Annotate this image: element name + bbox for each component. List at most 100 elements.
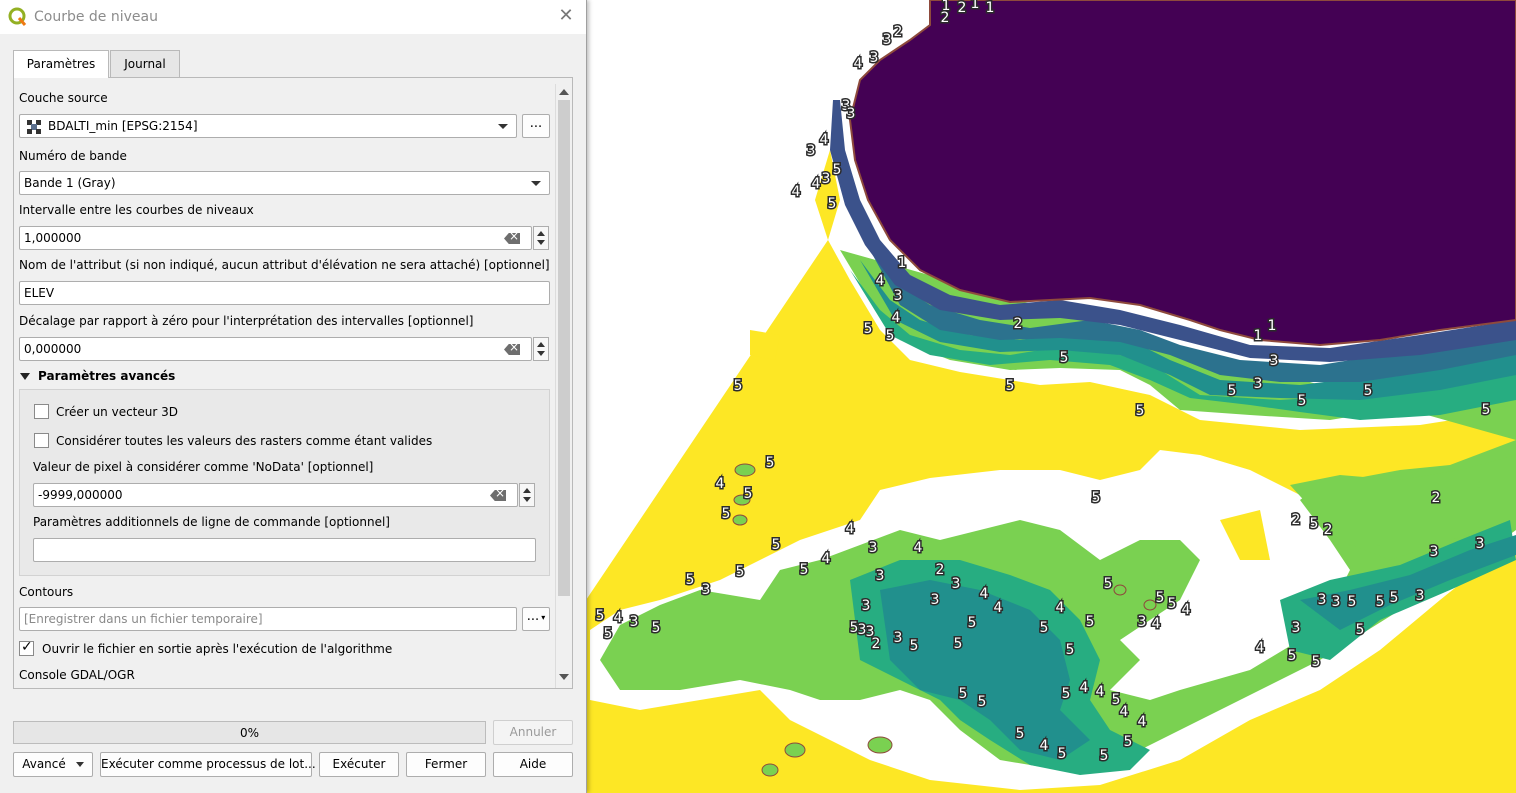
offset-label: Décalage par rapport à zéro pour l'inter…	[19, 314, 474, 328]
contour-label: 4	[1138, 714, 1147, 730]
contour-label: 5	[1100, 748, 1109, 764]
treat-all-valid-checkbox[interactable]	[34, 433, 49, 448]
offset-input[interactable]: 0,000000	[19, 337, 532, 361]
contour-label: 5	[1228, 383, 1237, 399]
cancel-button[interactable]: Annuler	[493, 720, 573, 745]
contour-label: 5	[1390, 590, 1399, 606]
contours-output-input[interactable]: [Enregistrer dans un fichier temporaire]	[19, 607, 517, 631]
offset-spinner[interactable]	[533, 337, 549, 361]
contour-label: 1	[1254, 328, 1263, 344]
contour-label: 5	[1086, 614, 1095, 630]
contour-label: 3	[1270, 353, 1279, 369]
title-bar: Courbe de niveau ✕	[0, 0, 586, 34]
batch-process-button[interactable]: Exécuter comme processus de lot...	[100, 752, 316, 777]
contour-label: 4	[792, 184, 801, 200]
interval-spinner[interactable]	[533, 226, 549, 250]
treat-all-valid-label: Considérer toutes les valeurs des raster…	[56, 434, 433, 448]
band-combo[interactable]: Bande 1 (Gray)	[19, 171, 550, 195]
attribute-input[interactable]: ELEV	[19, 281, 550, 305]
contour-label: 3	[869, 540, 878, 556]
contour-label: 3	[931, 592, 940, 608]
nodata-input[interactable]: -9999,000000	[33, 483, 518, 507]
clear-icon[interactable]	[504, 344, 520, 355]
contour-label: 5	[959, 686, 968, 702]
interval-input[interactable]: 1,000000	[19, 226, 532, 250]
advanced-section-label: Paramètres avancés	[38, 369, 176, 383]
clear-icon[interactable]	[504, 233, 520, 244]
contour-label: 4	[1096, 684, 1105, 700]
contour-label: 2	[941, 10, 950, 26]
contour-label: 5	[1136, 403, 1145, 419]
contour-label: 3	[1416, 588, 1425, 604]
contour-label: 5	[1310, 516, 1319, 532]
contour-label: 3	[1476, 536, 1485, 552]
create-3d-label: Créer un vecteur 3D	[56, 405, 178, 419]
contour-label: 1	[971, 0, 980, 12]
help-button[interactable]: Aide	[493, 752, 573, 777]
contour-label: 5	[652, 620, 661, 636]
source-layer-combo[interactable]: BDALTI_min [EPSG:2154]	[19, 114, 517, 138]
contour-label: 4	[822, 551, 831, 567]
contour-label: 3	[702, 582, 711, 598]
contour-label: 4	[914, 540, 923, 556]
panel-scrollbar[interactable]	[555, 84, 572, 688]
source-layer-browse-button[interactable]: ...	[522, 114, 550, 138]
attribute-label: Nom de l'attribut (si non indiqué, aucun…	[19, 258, 550, 272]
contour-label: 5	[1066, 642, 1075, 658]
scroll-up-icon[interactable]	[559, 89, 569, 95]
close-icon[interactable]: ✕	[556, 6, 576, 26]
contour-label: 3	[883, 32, 892, 48]
contour-label: 2	[1324, 522, 1333, 538]
open-output-label: Ouvrir le fichier en sortie après l'exéc…	[42, 642, 393, 656]
contour-label: 3	[1292, 620, 1301, 636]
contour-label: 4	[1056, 600, 1065, 616]
contour-label: 5	[1168, 596, 1177, 612]
attribute-value: ELEV	[24, 286, 55, 300]
chevron-down-icon	[75, 762, 84, 767]
contour-label: 3	[894, 288, 903, 304]
close-button[interactable]: Fermer	[406, 752, 486, 777]
run-button[interactable]: Exécuter	[319, 752, 399, 777]
contour-label: 5	[1356, 622, 1365, 638]
contour-dialog: Courbe de niveau ✕ Paramètres Journal Co…	[0, 0, 587, 793]
window-title: Courbe de niveau	[34, 9, 158, 25]
contour-label: 5	[744, 486, 753, 502]
chevron-down-icon: ▾	[541, 613, 546, 622]
clear-icon[interactable]	[490, 490, 506, 501]
contour-label: 5	[1092, 490, 1101, 506]
extra-args-input[interactable]	[33, 538, 536, 562]
contours-browse-button[interactable]: ... ▾	[522, 607, 550, 631]
qgis-logo-icon	[8, 7, 27, 26]
contour-label: 5	[1364, 383, 1373, 399]
contours-label: Contours	[19, 585, 74, 599]
tab-parameters[interactable]: Paramètres	[13, 50, 109, 78]
contour-label: 1	[986, 0, 995, 16]
progress-bar: 0%	[13, 721, 486, 744]
contour-label: 3	[1138, 614, 1147, 630]
contour-label: 2	[894, 24, 903, 40]
contour-label: 4	[812, 176, 821, 192]
create-3d-checkbox[interactable]	[34, 404, 49, 419]
contour-label: 2	[1292, 512, 1301, 528]
advanced-section-toggle[interactable]: Paramètres avancés	[20, 369, 175, 383]
contour-label: 4	[1182, 602, 1191, 618]
contour-label: 4	[1040, 738, 1049, 754]
contour-label: 2	[958, 0, 967, 16]
scroll-thumb[interactable]	[558, 100, 570, 596]
contour-label: 4	[1152, 616, 1161, 632]
tab-log[interactable]: Journal	[110, 50, 180, 77]
advanced-menu-button[interactable]: Avancé	[13, 752, 93, 777]
nodata-label: Valeur de pixel à considérer comme 'NoDa…	[33, 460, 374, 474]
contour-label: 5	[736, 564, 745, 580]
scroll-down-icon[interactable]	[559, 674, 569, 680]
open-output-checkbox[interactable]	[19, 639, 34, 656]
chevron-down-icon	[498, 124, 508, 129]
raster-layer-icon	[27, 120, 41, 134]
contour-label: 3	[1430, 544, 1439, 560]
interval-value: 1,000000	[24, 231, 82, 245]
contour-label: 3	[847, 106, 856, 122]
nodata-spinner[interactable]	[519, 483, 535, 507]
band-label: Numéro de bande	[19, 149, 127, 163]
contour-label: 3	[807, 143, 816, 159]
contour-label: 4	[1080, 680, 1089, 696]
